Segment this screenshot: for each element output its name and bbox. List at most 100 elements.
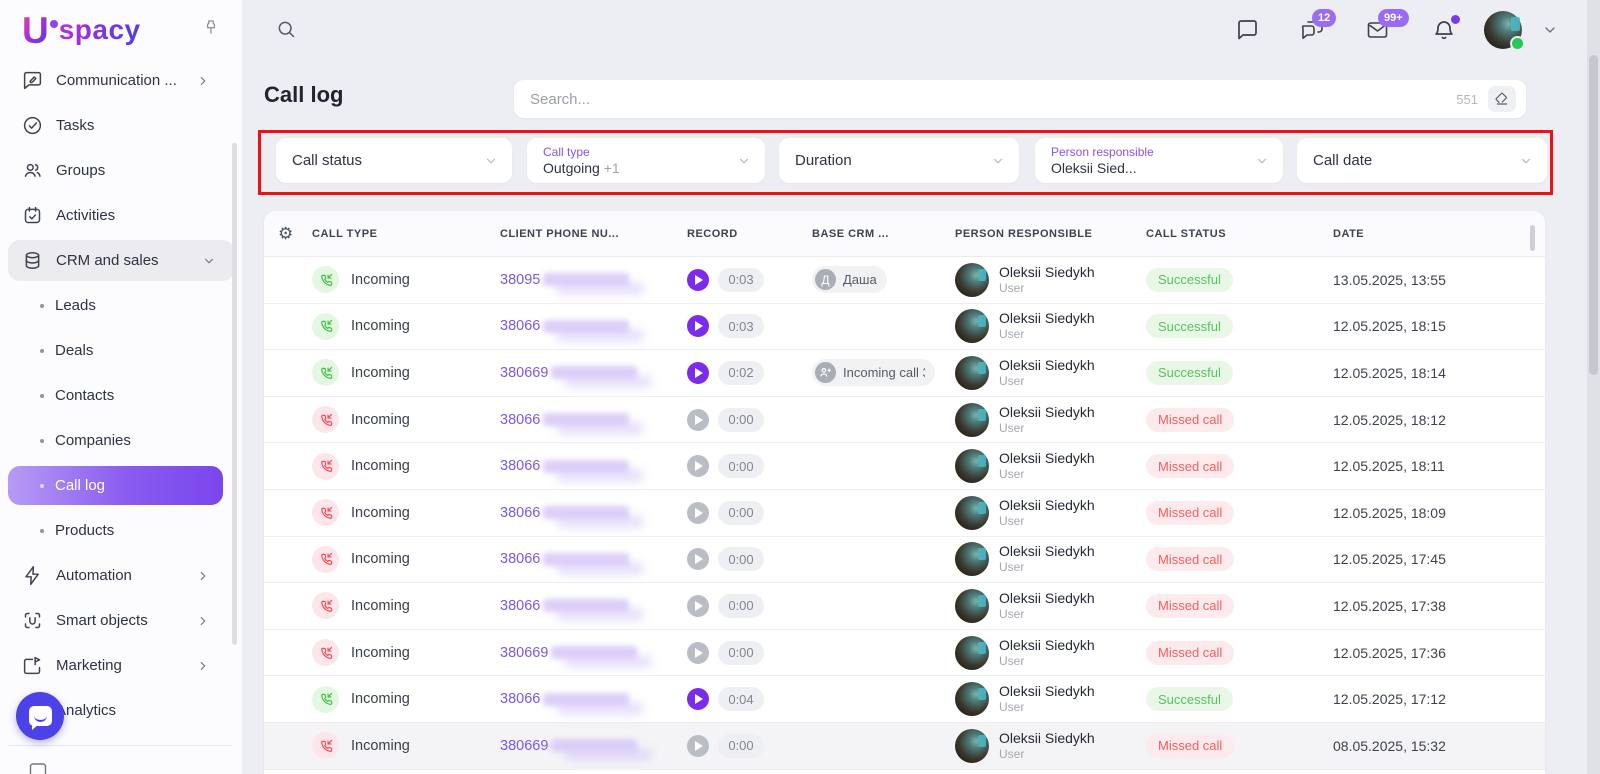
- column-header-person-responsible[interactable]: PERSON RESPONSIBLE: [937, 228, 1130, 240]
- person-name: Oleksii Siedykh: [999, 357, 1095, 374]
- status-badge: Missed call: [1146, 641, 1234, 665]
- call-status-cell: Successful: [1130, 314, 1315, 338]
- call-duration: 0:00: [718, 501, 764, 525]
- phone-number-link[interactable]: 380669: [500, 738, 548, 754]
- phone-number-link[interactable]: 38066: [500, 691, 540, 707]
- play-recording-button[interactable]: [687, 502, 709, 524]
- table-row[interactable]: Incoming 38066 0:00 Oleksii Siedykh User…: [264, 397, 1545, 444]
- phone-number-link[interactable]: 380669: [500, 645, 548, 661]
- column-header-base-crm[interactable]: BASE CRM ...: [790, 228, 937, 240]
- play-recording-button[interactable]: [687, 269, 709, 291]
- column-header-call-status[interactable]: CALL STATUS: [1130, 228, 1315, 240]
- filter-duration[interactable]: Duration: [779, 138, 1019, 183]
- sidebar-item-label: Products: [55, 522, 114, 539]
- play-recording-button[interactable]: [687, 548, 709, 570]
- table-row[interactable]: Incoming 380669 0:00 Oleksii Siedykh Use…: [264, 723, 1545, 770]
- table-row[interactable]: Incoming 38066 0:00 Oleksii Siedykh User…: [264, 583, 1545, 630]
- call-date-text: 12.05.2025, 17:12: [1333, 691, 1446, 707]
- table-row[interactable]: Incoming 38066 0:04 Oleksii Siedykh User…: [264, 676, 1545, 723]
- column-header-client-phone[interactable]: CLIENT PHONE NU...: [474, 228, 665, 240]
- sidebar-item-groups[interactable]: Groups: [0, 148, 242, 193]
- table-row[interactable]: Incoming 38066 0:00 Oleksii Siedykh User…: [264, 443, 1545, 490]
- filter-call-type[interactable]: Call type Outgoing +1: [527, 138, 765, 183]
- sidebar-item-automation[interactable]: Automation: [0, 553, 242, 598]
- sidebar-item-tasks[interactable]: Tasks: [0, 103, 242, 148]
- notifications-bell-icon[interactable]: [1432, 18, 1456, 42]
- person-name: Oleksii Siedykh: [999, 683, 1095, 700]
- sidebar-item-call-log[interactable]: Call log: [8, 466, 223, 505]
- call-type-label: Incoming: [351, 412, 410, 428]
- crm-entity-chip[interactable]: Д Даша: [812, 266, 887, 293]
- person-name: Oleksii Siedykh: [999, 497, 1095, 514]
- phone-number-link[interactable]: 38066: [500, 598, 540, 614]
- sidebar-item-communication[interactable]: Communication ...: [0, 58, 242, 103]
- sidebar-item-label: Smart objects: [56, 612, 148, 629]
- sidebar-item-contacts[interactable]: Contacts: [0, 373, 242, 418]
- person-name: Oleksii Siedykh: [999, 404, 1095, 421]
- main-content: Call log 551 Call status Call type Outgo…: [242, 60, 1600, 774]
- column-header-call-type[interactable]: CALL TYPE: [264, 228, 474, 240]
- page-scrollbar-thumb[interactable]: [1589, 55, 1598, 375]
- call-status-cell: Missed call: [1130, 547, 1315, 571]
- call-status-cell: Missed call: [1130, 454, 1315, 478]
- crm-entity-chip[interactable]: Incoming call 38.: [812, 359, 935, 386]
- person-name: Oleksii Siedykh: [999, 543, 1095, 560]
- person-role: User: [999, 747, 1095, 762]
- phone-number-link[interactable]: 38066: [500, 412, 540, 428]
- sidebar-item-leads[interactable]: Leads: [0, 283, 242, 328]
- phone-number-link[interactable]: 38095: [500, 272, 540, 288]
- phone-number-link[interactable]: 380669: [500, 365, 548, 381]
- phone-number-link[interactable]: 38066: [500, 318, 540, 334]
- play-recording-button[interactable]: [687, 315, 709, 337]
- automation-icon: [22, 565, 43, 586]
- chat-launcher-button[interactable]: [16, 692, 64, 740]
- table-row[interactable]: Incoming 38066 0:03 Oleksii Siedykh User…: [264, 304, 1545, 351]
- sidebar-item-crm-and-sales[interactable]: CRM and sales: [8, 240, 234, 281]
- filter-call-date[interactable]: Call date: [1297, 138, 1547, 183]
- profile-menu-chevron-icon[interactable]: [1542, 22, 1558, 38]
- table-row[interactable]: Incoming 380669 0:02 Incoming call 38. O…: [264, 350, 1545, 397]
- sidebar-item-activities[interactable]: Activities: [0, 193, 242, 238]
- bullet-icon: [40, 439, 44, 443]
- status-badge: Missed call: [1146, 734, 1234, 758]
- search-input[interactable]: [530, 91, 1456, 108]
- phone-number-link[interactable]: 38066: [500, 458, 540, 474]
- table-row[interactable]: Incoming 38095 0:03 Д Даша Oleksii Siedy…: [264, 257, 1545, 304]
- phone-number-link[interactable]: 38066: [500, 551, 540, 567]
- sidebar-item-products[interactable]: Products: [0, 508, 242, 553]
- sidebar-item-marketing[interactable]: Marketing: [0, 643, 242, 688]
- user-avatar[interactable]: [1484, 11, 1522, 49]
- play-recording-button[interactable]: [687, 688, 709, 710]
- mail-icon[interactable]: 99+: [1365, 18, 1390, 42]
- call-type-label: Incoming: [351, 691, 410, 707]
- sidebar-scrollbar[interactable]: [232, 143, 237, 645]
- filter-person-responsible[interactable]: Person responsible Oleksii Sied...: [1035, 138, 1283, 183]
- call-date-text: 12.05.2025, 18:12: [1333, 412, 1446, 428]
- sidebar-item-companies[interactable]: Companies: [0, 418, 242, 463]
- filter-call-status[interactable]: Call status: [276, 138, 512, 183]
- global-search-icon[interactable]: [276, 19, 296, 39]
- play-recording-button[interactable]: [687, 642, 709, 664]
- table-row[interactable]: Incoming 38066 0:00 Oleksii Siedykh User…: [264, 490, 1545, 537]
- column-header-record[interactable]: RECORD: [665, 228, 790, 240]
- play-recording-button[interactable]: [687, 595, 709, 617]
- clear-search-button[interactable]: [1488, 86, 1516, 112]
- play-recording-button[interactable]: [687, 409, 709, 431]
- date-cell: 12.05.2025, 17:36: [1315, 645, 1545, 661]
- chevron-right-icon: [196, 74, 210, 88]
- comments-icon[interactable]: [1235, 18, 1259, 42]
- pin-sidebar-icon[interactable]: [202, 18, 220, 36]
- topbar: 12 99+: [242, 0, 1600, 60]
- play-recording-button[interactable]: [687, 455, 709, 477]
- sidebar-item-smart-objects[interactable]: Smart objects: [0, 598, 242, 643]
- column-header-date[interactable]: DATE: [1315, 228, 1545, 240]
- play-recording-button[interactable]: [687, 735, 709, 757]
- table-row[interactable]: Incoming 38066 0:00 Oleksii Siedykh User…: [264, 537, 1545, 584]
- page-scrollbar[interactable]: [1587, 0, 1600, 774]
- play-recording-button[interactable]: [687, 362, 709, 384]
- table-scrollbar-thumb[interactable]: [1530, 225, 1535, 251]
- sidebar-item-deals[interactable]: Deals: [0, 328, 242, 373]
- table-row[interactable]: Incoming 380669 0:00 Oleksii Siedykh Use…: [264, 630, 1545, 677]
- chats-icon[interactable]: 12: [1299, 18, 1325, 42]
- phone-number-link[interactable]: 38066: [500, 505, 540, 521]
